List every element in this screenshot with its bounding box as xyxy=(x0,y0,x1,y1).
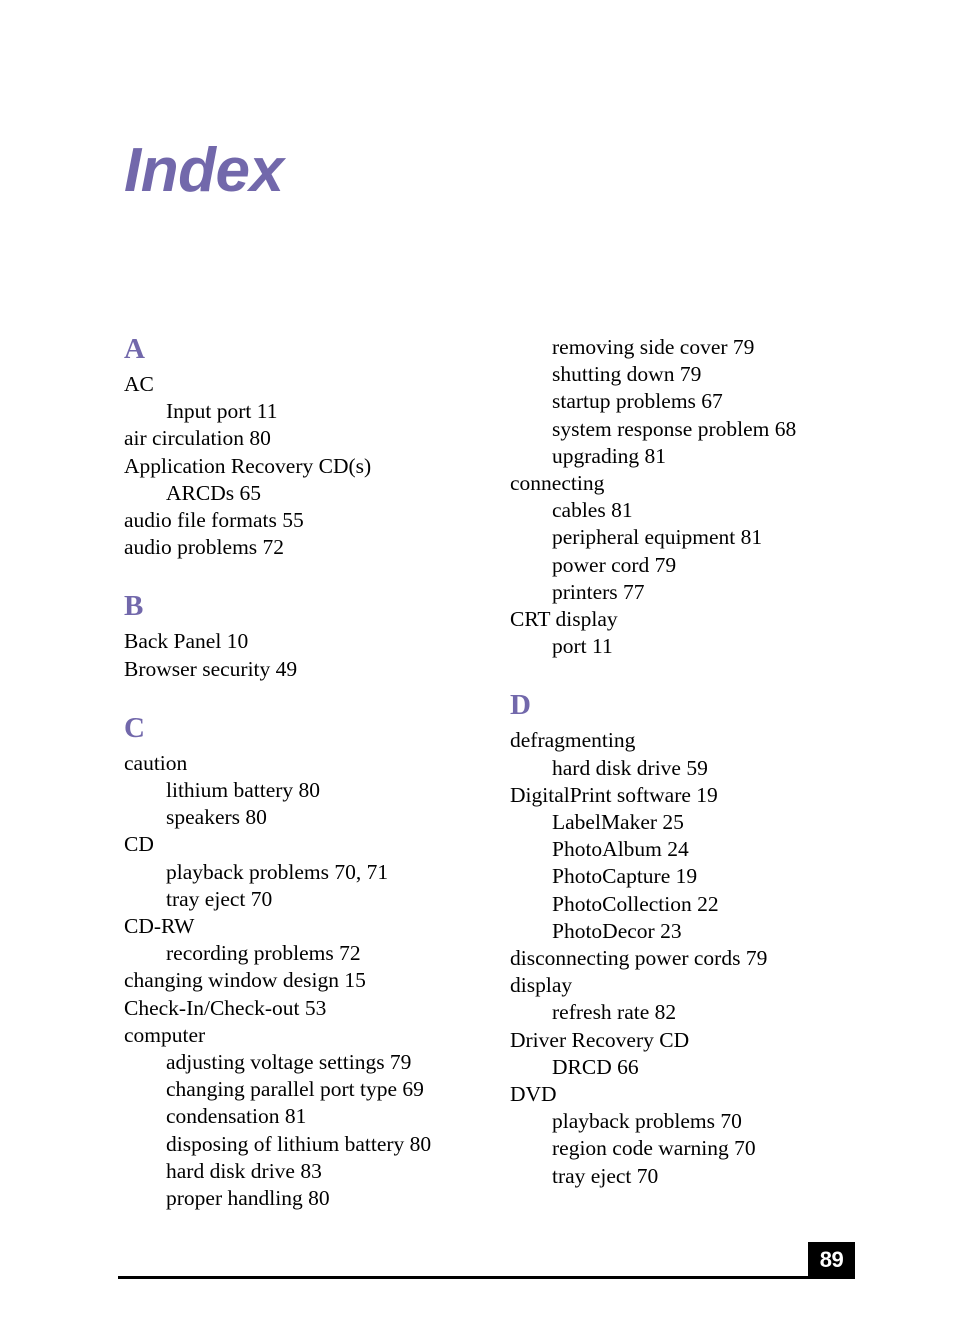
index-entry: ARCDs 65 xyxy=(166,480,261,505)
index-entry: power cord 79 xyxy=(552,552,677,577)
index-column-right: removing side cover 79 shutting down 79st… xyxy=(510,334,890,1190)
index-entry: lithium battery 80 xyxy=(166,778,321,803)
page-number-box: 89 xyxy=(808,1242,855,1277)
index-entry: system response problem 68 xyxy=(552,416,797,441)
index-entry: air circulation 80 xyxy=(124,426,271,451)
index-entry: changing parallel port type 69 xyxy=(166,1077,424,1102)
index-section-continued: removing side cover 79 shutting down 79st… xyxy=(510,334,890,660)
index-entry: DVD xyxy=(510,1082,557,1107)
index-entry: CRT display xyxy=(510,607,618,632)
index-entry: shutting down 79 xyxy=(552,362,702,387)
index-entry: removing side cover 79 xyxy=(552,335,755,359)
section-letter-b: B xyxy=(124,590,144,623)
index-entry: printers 77 xyxy=(552,579,645,604)
index-entry: audio file formats 55 xyxy=(124,508,304,533)
index-section-d: Ddefragmenting hard disk drive 59 DigitalP… xyxy=(510,690,890,1189)
index-entry: CD xyxy=(124,832,154,857)
section-letter-c: C xyxy=(124,711,145,744)
index-entry: proper handling 80 xyxy=(166,1186,330,1211)
index-entry: computer xyxy=(124,1022,206,1047)
section-letter-a: A xyxy=(124,333,145,365)
index-entry: hard disk drive 59 xyxy=(552,755,708,780)
index-entry: Check-In/Check-out 53 xyxy=(124,995,327,1020)
index-section-a: A AC Input port 11 air circulation 80 Applic… xyxy=(124,334,504,561)
index-section-b: B Back Panel 10 Browser security 49 xyxy=(124,591,504,682)
index-entry: tray eject 70 xyxy=(166,886,273,911)
footer-rule xyxy=(118,1276,855,1279)
index-page: Index A AC Input port 11 air circulation 80… xyxy=(0,0,954,1340)
page-title: Index xyxy=(124,135,284,205)
index-entry: upgrading 81 xyxy=(552,443,667,468)
index-entry: Browser security 49 xyxy=(124,656,298,681)
index-entry: adjusting voltage settings 79 xyxy=(166,1050,412,1075)
index-entry: peripheral equipment 81 xyxy=(552,525,763,550)
index-entry: playback problems 70 xyxy=(552,1109,742,1134)
index-entry: disposing of lithium battery 80 xyxy=(166,1131,432,1156)
index-entry: speakers 80 xyxy=(166,805,267,830)
index-entry: PhotoAlbum 24 xyxy=(552,837,689,862)
section-letter-d: D xyxy=(510,689,531,722)
index-entry: caution xyxy=(124,750,188,775)
index-entry: Back Panel 10 xyxy=(124,629,249,654)
index-entry: audio problems 72 xyxy=(124,535,285,560)
index-entry: port 11 xyxy=(552,634,613,659)
index-entry: CD-RW xyxy=(124,914,195,939)
index-entry: PhotoCollection 22 xyxy=(552,891,719,916)
page-number: 89 xyxy=(819,1246,844,1272)
index-entry: changing window design 15 xyxy=(124,968,366,993)
index-entry: PhotoDecor 23 xyxy=(552,918,682,943)
index-entry: defragmenting xyxy=(510,728,636,753)
index-entry: LabelMaker 25 xyxy=(552,810,684,835)
index-entry: DRCD 66 xyxy=(552,1054,639,1079)
index-section-c: Ccaution lithium battery 80 speakers 80 CD p… xyxy=(124,713,504,1212)
index-entry: disconnecting power cords 79 xyxy=(510,946,768,971)
index-entry: startup problems 67 xyxy=(552,389,723,414)
index-entry: tray eject 70 xyxy=(552,1163,659,1188)
index-entry: DigitalPrint software 19 xyxy=(510,782,718,807)
index-entry: connecting xyxy=(510,471,605,496)
index-entry: recording problems 72 xyxy=(166,941,361,966)
index-entry: Driver Recovery CD xyxy=(510,1027,690,1052)
index-entry: region code warning 70 xyxy=(552,1136,756,1161)
index-entry: PhotoCapture 19 xyxy=(552,864,698,889)
index-entry: Application Recovery CD(s) xyxy=(124,453,372,478)
index-column-left: A AC Input port 11 air circulation 80 Applic… xyxy=(124,334,504,1212)
index-entry: Input port 11 xyxy=(166,399,278,424)
index-entry: playback problems 70, 71 xyxy=(166,859,389,884)
index-entry: hard disk drive 83 xyxy=(166,1158,322,1183)
index-entry: AC xyxy=(124,372,154,396)
index-entry: cables 81 xyxy=(552,498,633,523)
index-entry: refresh rate 82 xyxy=(552,1000,677,1025)
index-entry: display xyxy=(510,973,573,998)
index-entry: condensation 81 xyxy=(166,1104,307,1129)
